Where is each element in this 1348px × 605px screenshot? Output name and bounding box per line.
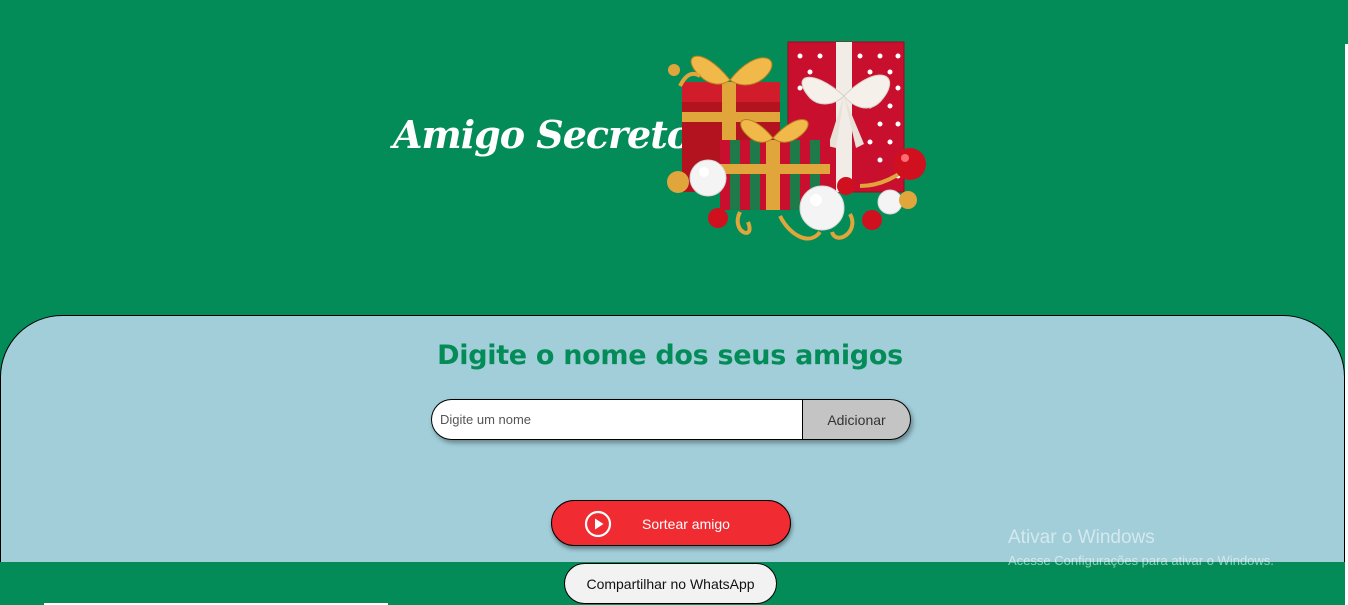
share-whatsapp-button[interactable]: Compartilhar no WhatsApp: [564, 563, 777, 604]
christmas-gifts-image: [667, 41, 926, 241]
section-heading: Digite o nome dos seus amigos: [437, 340, 903, 371]
header-banner: Amigo Secreto: [0, 0, 1348, 316]
draw-button-label: Sortear amigo: [642, 516, 730, 532]
name-input[interactable]: [431, 399, 804, 440]
page: Amigo Secreto Digite o nome dos seus ami…: [0, 0, 1348, 605]
add-friend-form: Adicionar: [431, 399, 911, 440]
add-button[interactable]: Adicionar: [803, 399, 911, 440]
page-title: Amigo Secreto: [393, 112, 692, 157]
draw-friend-button[interactable]: Sortear amigo: [551, 500, 791, 546]
play-circle-icon: [584, 510, 612, 538]
